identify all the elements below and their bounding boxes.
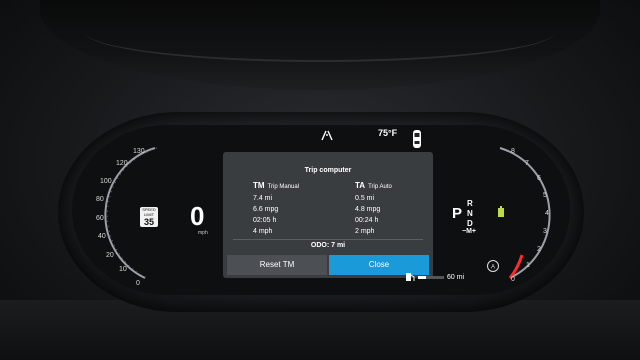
fuel-range-value: 60 mi <box>447 273 465 281</box>
speed-tick: 0 <box>136 280 140 287</box>
trip-manual-avg-speed: 4 mph <box>253 228 273 235</box>
road-icon <box>321 130 333 141</box>
car-doors-icon <box>413 130 421 148</box>
gear-option-n: N <box>467 209 473 218</box>
rpm-tick: 1 <box>526 262 530 269</box>
fuel-level-bar <box>418 275 444 279</box>
trip-computer-dialog: Trip computer TM Trip Manual 7.4 mi 6.6 m… <box>223 152 433 278</box>
trip-auto-time: 00:24 h <box>355 217 379 224</box>
trip-auto-header: TA Trip Auto <box>355 180 392 193</box>
speed-tick: 20 <box>106 252 114 259</box>
trip-auto-distance: 0.5 mi <box>355 195 375 202</box>
speed-limit-value: 35 <box>143 217 154 227</box>
trip-manual-column: TM Trip Manual 7.4 mi 6.6 mpg 02:05 h 4 m… <box>253 180 299 237</box>
speed-tick: 120 <box>116 160 128 167</box>
rpm-tick: 4 <box>545 210 549 217</box>
rpm-tick: 8 <box>511 148 515 155</box>
trip-auto-code: TA <box>355 181 366 190</box>
odometer-value: 7 mi <box>331 242 346 249</box>
rpm-tick: 5 <box>543 192 547 199</box>
trip-computer-title: Trip computer <box>304 167 352 174</box>
trip-manual-distance: 7.4 mi <box>253 195 273 202</box>
odometer-label: ODO: <box>310 242 330 249</box>
popup-divider <box>233 239 423 240</box>
trip-auto-economy: 4.8 mpg <box>355 206 381 213</box>
trip-manual-economy: 6.6 mpg <box>253 206 279 213</box>
speed-limit-sign: SPEED LIMIT 35 <box>140 207 158 227</box>
speed-tick: 130 <box>133 148 145 155</box>
speed-tick: 100 <box>100 178 112 185</box>
fuel-range: 60 mi <box>405 272 464 282</box>
fuel-pump-icon <box>406 273 415 281</box>
rpm-tick: 2 <box>537 246 541 253</box>
rpm-tick: 6 <box>537 175 541 182</box>
trip-auto-label: Trip Auto <box>368 184 392 190</box>
speed-limit-label: SPEED LIMIT <box>142 207 156 217</box>
rpm-tick: 7 <box>525 160 529 167</box>
speed-unit: mph <box>198 230 208 236</box>
reset-tm-button[interactable]: Reset TM <box>227 255 327 275</box>
trip-manual-time: 02:05 h <box>253 217 277 224</box>
trip-manual-header: TM Trip Manual <box>253 180 299 193</box>
speed-tick: 10 <box>119 266 127 273</box>
instrument-cluster-photo: 130 120 100 80 60 40 20 10 0 SPEED LIMIT… <box>0 0 640 360</box>
outside-temperature: 75°F <box>378 128 398 138</box>
trip-auto-column: TA Trip Auto 0.5 mi 4.8 mpg 00:24 h 2 mph <box>355 180 392 237</box>
odometer: ODO: 7 mi <box>223 242 433 249</box>
speedometer-arc <box>104 147 158 279</box>
trip-auto-avg-speed: 2 mph <box>355 228 375 235</box>
speed-tick: 60 <box>96 215 104 222</box>
current-speed: 0 <box>190 201 205 231</box>
rpm-tick: 0 <box>511 276 515 283</box>
speed-tick: 40 <box>98 233 106 240</box>
auto-start-stop-icon: A <box>487 260 499 272</box>
gear-mode: −M+ <box>462 228 477 235</box>
gear-current: P <box>452 205 463 222</box>
gear-option-d: D <box>467 219 473 228</box>
svg-text:A: A <box>491 265 495 271</box>
speed-tick: 80 <box>96 196 104 203</box>
trip-manual-label: Trip Manual <box>267 184 300 190</box>
trip-manual-code: TM <box>253 181 265 190</box>
rpm-tick: 3 <box>543 228 547 235</box>
gear-option-r: R <box>467 199 473 208</box>
